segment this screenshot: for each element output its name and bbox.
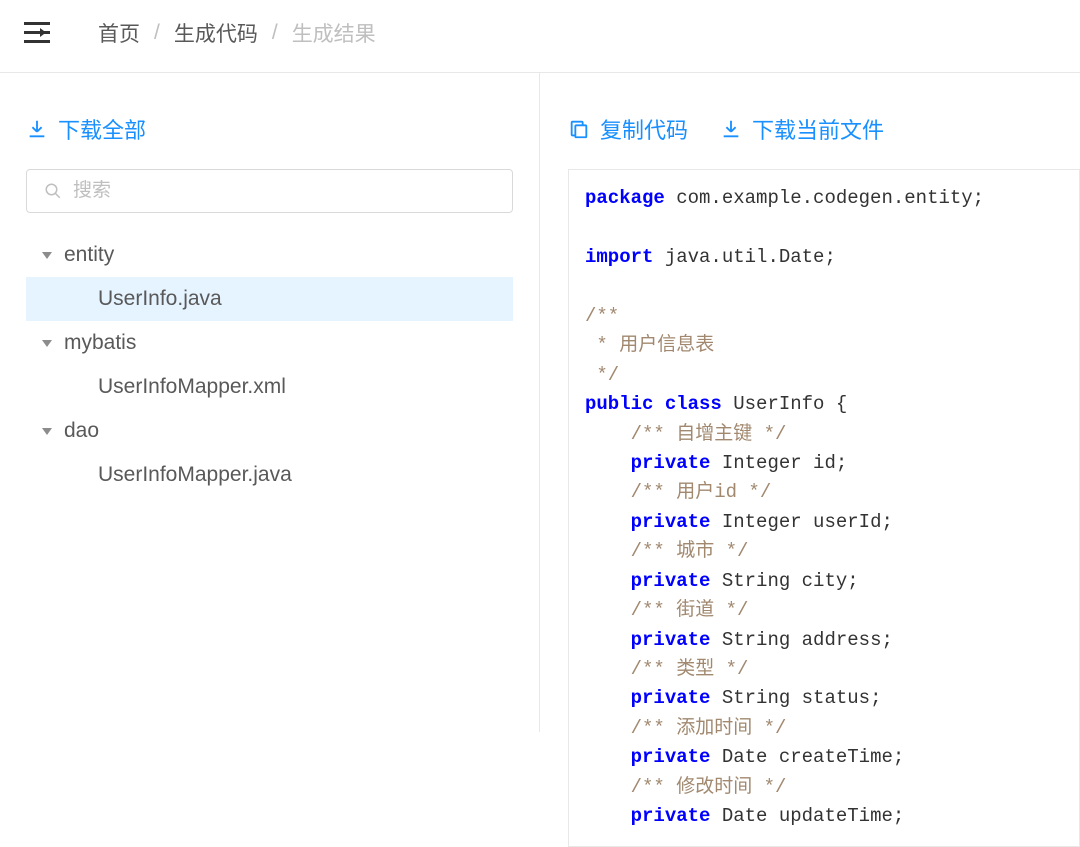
code-comment: /** 用户id */ (585, 481, 771, 503)
search-icon (44, 182, 62, 200)
code-text (585, 805, 631, 827)
code-text: String status; (710, 687, 881, 709)
code-text: UserInfo { (722, 393, 847, 415)
left-panel: 下载全部 entity UserInfo.java mybatis UserInfoM… (0, 73, 540, 732)
code-keyword: package (585, 187, 665, 209)
search-wrapper (26, 169, 513, 213)
breadcrumb-item-current: 生成结果 (292, 18, 376, 48)
search-input[interactable] (26, 169, 513, 213)
code-text: Date updateTime; (710, 805, 904, 827)
breadcrumb: 首页 / 生成代码 / 生成结果 (98, 18, 376, 48)
code-viewer: package com.example.codegen.entity; impo… (568, 169, 1080, 847)
right-panel: 复制代码 下载当前文件 package com.example.codegen.… (540, 73, 1080, 732)
code-keyword: class (665, 393, 722, 415)
code-comment: /** 添加时间 */ (585, 717, 786, 739)
tree-file[interactable]: UserInfo.java (26, 277, 513, 321)
code-comment: /** * 用户信息表 */ (585, 305, 714, 386)
code-text (585, 570, 631, 592)
code-text: Integer userId; (710, 511, 892, 533)
breadcrumb-item-home[interactable]: 首页 (98, 18, 140, 48)
code-text: Integer id; (710, 452, 847, 474)
breadcrumb-separator: / (272, 21, 278, 45)
code-text (585, 629, 631, 651)
tree-folder[interactable]: entity (26, 233, 513, 277)
tree-folder[interactable]: mybatis (26, 321, 513, 365)
code-text: com.example.codegen.entity; (665, 187, 984, 209)
code-keyword: import (585, 246, 653, 268)
breadcrumb-separator: / (154, 21, 160, 45)
code-text: String city; (710, 570, 858, 592)
code-text: java.util.Date; (653, 246, 835, 268)
download-current-button[interactable]: 下载当前文件 (720, 113, 884, 145)
code-keyword: private (631, 629, 711, 651)
download-all-button[interactable]: 下载全部 (26, 113, 146, 145)
download-current-label: 下载当前文件 (752, 113, 884, 145)
tree-folder-label: entity (64, 243, 114, 267)
code-keyword: public (585, 393, 653, 415)
tree-folder[interactable]: dao (26, 409, 513, 453)
code-keyword: private (631, 452, 711, 474)
code-text (585, 687, 631, 709)
code-text (585, 452, 631, 474)
code-text: Date createTime; (710, 746, 904, 768)
code-keyword: private (631, 687, 711, 709)
tree-folder-label: mybatis (64, 331, 136, 355)
code-text (585, 746, 631, 768)
download-icon (720, 118, 742, 140)
code-keyword: private (631, 570, 711, 592)
caret-down-icon (42, 428, 52, 435)
caret-down-icon (42, 340, 52, 347)
content: 下载全部 entity UserInfo.java mybatis UserInfoM… (0, 73, 1080, 732)
code-comment: /** 街道 */ (585, 599, 748, 621)
tree-file[interactable]: UserInfoMapper.java (26, 453, 513, 497)
menu-icon (24, 22, 50, 44)
code-text (585, 511, 631, 533)
menu-toggle-button[interactable] (24, 22, 50, 44)
tree-folder-label: dao (64, 419, 99, 443)
tree-file[interactable]: UserInfoMapper.xml (26, 365, 513, 409)
download-all-label: 下载全部 (58, 113, 146, 145)
code-comment: /** 修改时间 */ (585, 776, 786, 798)
right-actions: 复制代码 下载当前文件 (568, 113, 1080, 145)
caret-down-icon (42, 252, 52, 259)
code-keyword: private (631, 746, 711, 768)
left-actions: 下载全部 (26, 113, 513, 145)
copy-icon (568, 118, 590, 140)
file-tree: entity UserInfo.java mybatis UserInfoMapper… (26, 233, 513, 497)
code-keyword: private (631, 511, 711, 533)
header: 首页 / 生成代码 / 生成结果 (0, 0, 1080, 73)
code-text: String address; (710, 629, 892, 651)
code-comment: /** 类型 */ (585, 658, 748, 680)
code-keyword: private (631, 805, 711, 827)
download-icon (26, 118, 48, 140)
code-comment: /** 城市 */ (585, 540, 748, 562)
code-comment: /** 自增主键 */ (585, 423, 786, 445)
copy-code-label: 复制代码 (600, 113, 688, 145)
copy-code-button[interactable]: 复制代码 (568, 113, 688, 145)
breadcrumb-item-generate[interactable]: 生成代码 (174, 18, 258, 48)
code-text (653, 393, 664, 415)
